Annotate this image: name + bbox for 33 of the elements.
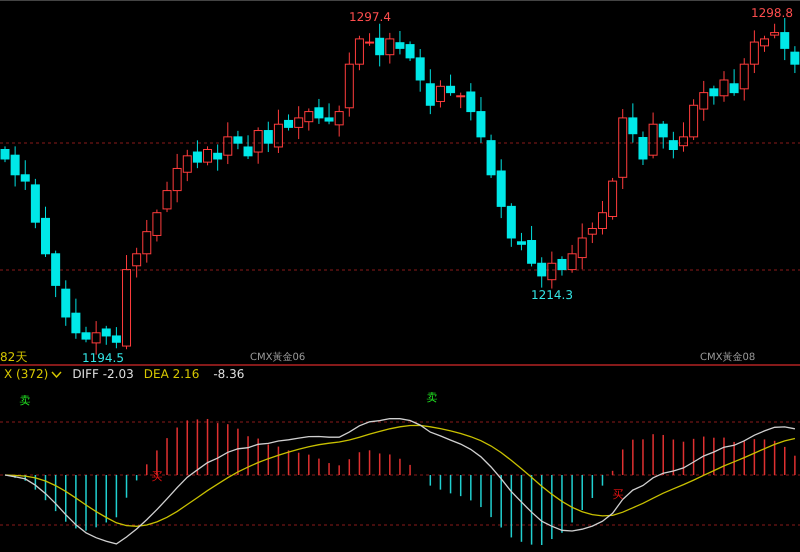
candlestick bbox=[668, 131, 678, 159]
candlestick bbox=[264, 121, 273, 153]
indicator-name: X (372) bbox=[4, 367, 48, 381]
candlestick bbox=[152, 209, 162, 242]
signal-marker: 买 bbox=[152, 471, 162, 482]
candlestick bbox=[476, 96, 486, 144]
price-extreme-label: 1297.4 bbox=[349, 10, 391, 24]
macd-value: -8.36 bbox=[213, 367, 244, 381]
candlestick bbox=[689, 98, 698, 141]
candlestick bbox=[638, 131, 648, 166]
candlestick bbox=[51, 250, 60, 298]
candlestick bbox=[537, 256, 546, 288]
candlestick bbox=[314, 98, 324, 124]
signal-marker: 卖 bbox=[426, 392, 438, 403]
candlestick bbox=[496, 158, 506, 219]
contract-label: CMX黃金08 bbox=[700, 350, 756, 364]
signal-marker: 买 bbox=[612, 489, 624, 500]
candlestick bbox=[61, 280, 70, 326]
contract-label: CMX黃金06 bbox=[250, 350, 306, 364]
candlestick bbox=[446, 74, 456, 96]
price-extreme-label: 1214.3 bbox=[531, 288, 573, 302]
price-extreme-label: 1194.5 bbox=[82, 351, 124, 365]
candlestick bbox=[678, 122, 688, 152]
price-extreme-label: 1298.8 bbox=[751, 6, 793, 20]
candlestick bbox=[385, 32, 394, 64]
candlestick bbox=[486, 134, 496, 178]
dea-value: DEA 2.16 bbox=[144, 367, 200, 381]
diff-value: DIFF -2.03 bbox=[72, 367, 134, 381]
signal-marker: 卖 bbox=[20, 395, 30, 406]
period-label: 82天 bbox=[0, 349, 28, 366]
candlestick bbox=[395, 30, 404, 55]
candlestick bbox=[41, 206, 50, 258]
chevron-down-icon[interactable] bbox=[51, 370, 62, 378]
